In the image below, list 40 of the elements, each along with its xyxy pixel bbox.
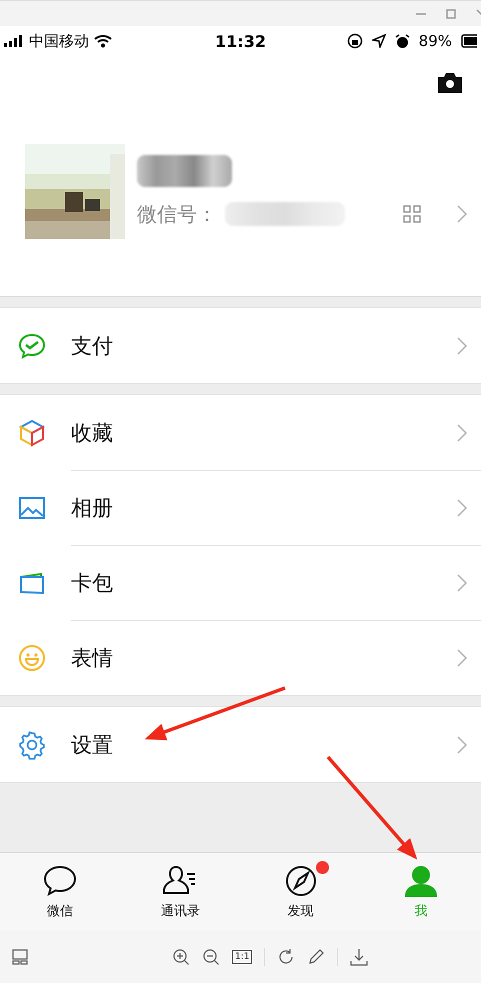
battery-percent: 89%: [418, 32, 452, 50]
menu-item[interactable]: 设置: [0, 707, 481, 782]
pencil-icon[interactable]: [307, 948, 326, 966]
chevron-icon: [457, 424, 467, 442]
menu-item[interactable]: 卡包: [0, 545, 481, 620]
wechat-id-label: 微信号：: [137, 200, 217, 228]
alarm-icon: [394, 34, 410, 48]
signal-icon: [4, 35, 24, 47]
actual-size-button[interactable]: 1:1: [232, 950, 252, 964]
download-icon[interactable]: [350, 948, 368, 966]
menu-item[interactable]: 相册: [0, 470, 481, 545]
camera-icon[interactable]: [436, 72, 464, 94]
location-arrow-icon: [372, 34, 386, 48]
qr-code-icon[interactable]: [403, 205, 421, 223]
smiley-icon: [17, 642, 47, 672]
wifi-icon: [94, 34, 112, 48]
maximize-icon[interactable]: [445, 8, 457, 20]
clock-time: 11:32: [215, 32, 266, 50]
chevron-icon: [457, 736, 467, 754]
cube-icon: [17, 418, 47, 448]
menu-item[interactable]: 收藏: [0, 395, 481, 470]
tab-item[interactable]: 发现: [240, 853, 361, 931]
chevron-icon: [457, 499, 467, 517]
tab-item[interactable]: 微信: [0, 853, 120, 931]
menu-item[interactable]: 表情: [0, 620, 481, 695]
rotate-icon[interactable]: [277, 948, 296, 966]
chevron-icon: [457, 336, 467, 354]
person-icon: [402, 864, 439, 898]
carrier-name: 中国移动: [29, 32, 89, 50]
chevron-icon: [457, 649, 467, 667]
menu-item[interactable]: 支付: [0, 308, 481, 383]
gear-icon: [17, 730, 47, 760]
tab-item[interactable]: 通讯录: [120, 853, 240, 931]
chevron-icon: [457, 205, 467, 223]
zoom-in-icon[interactable]: [172, 948, 190, 966]
zoom-out-icon[interactable]: [202, 948, 220, 966]
layout-icon[interactable]: [12, 949, 28, 965]
battery-icon: [461, 34, 477, 48]
speech-bubble-icon: [42, 864, 78, 898]
chevron-icon: [457, 574, 467, 592]
